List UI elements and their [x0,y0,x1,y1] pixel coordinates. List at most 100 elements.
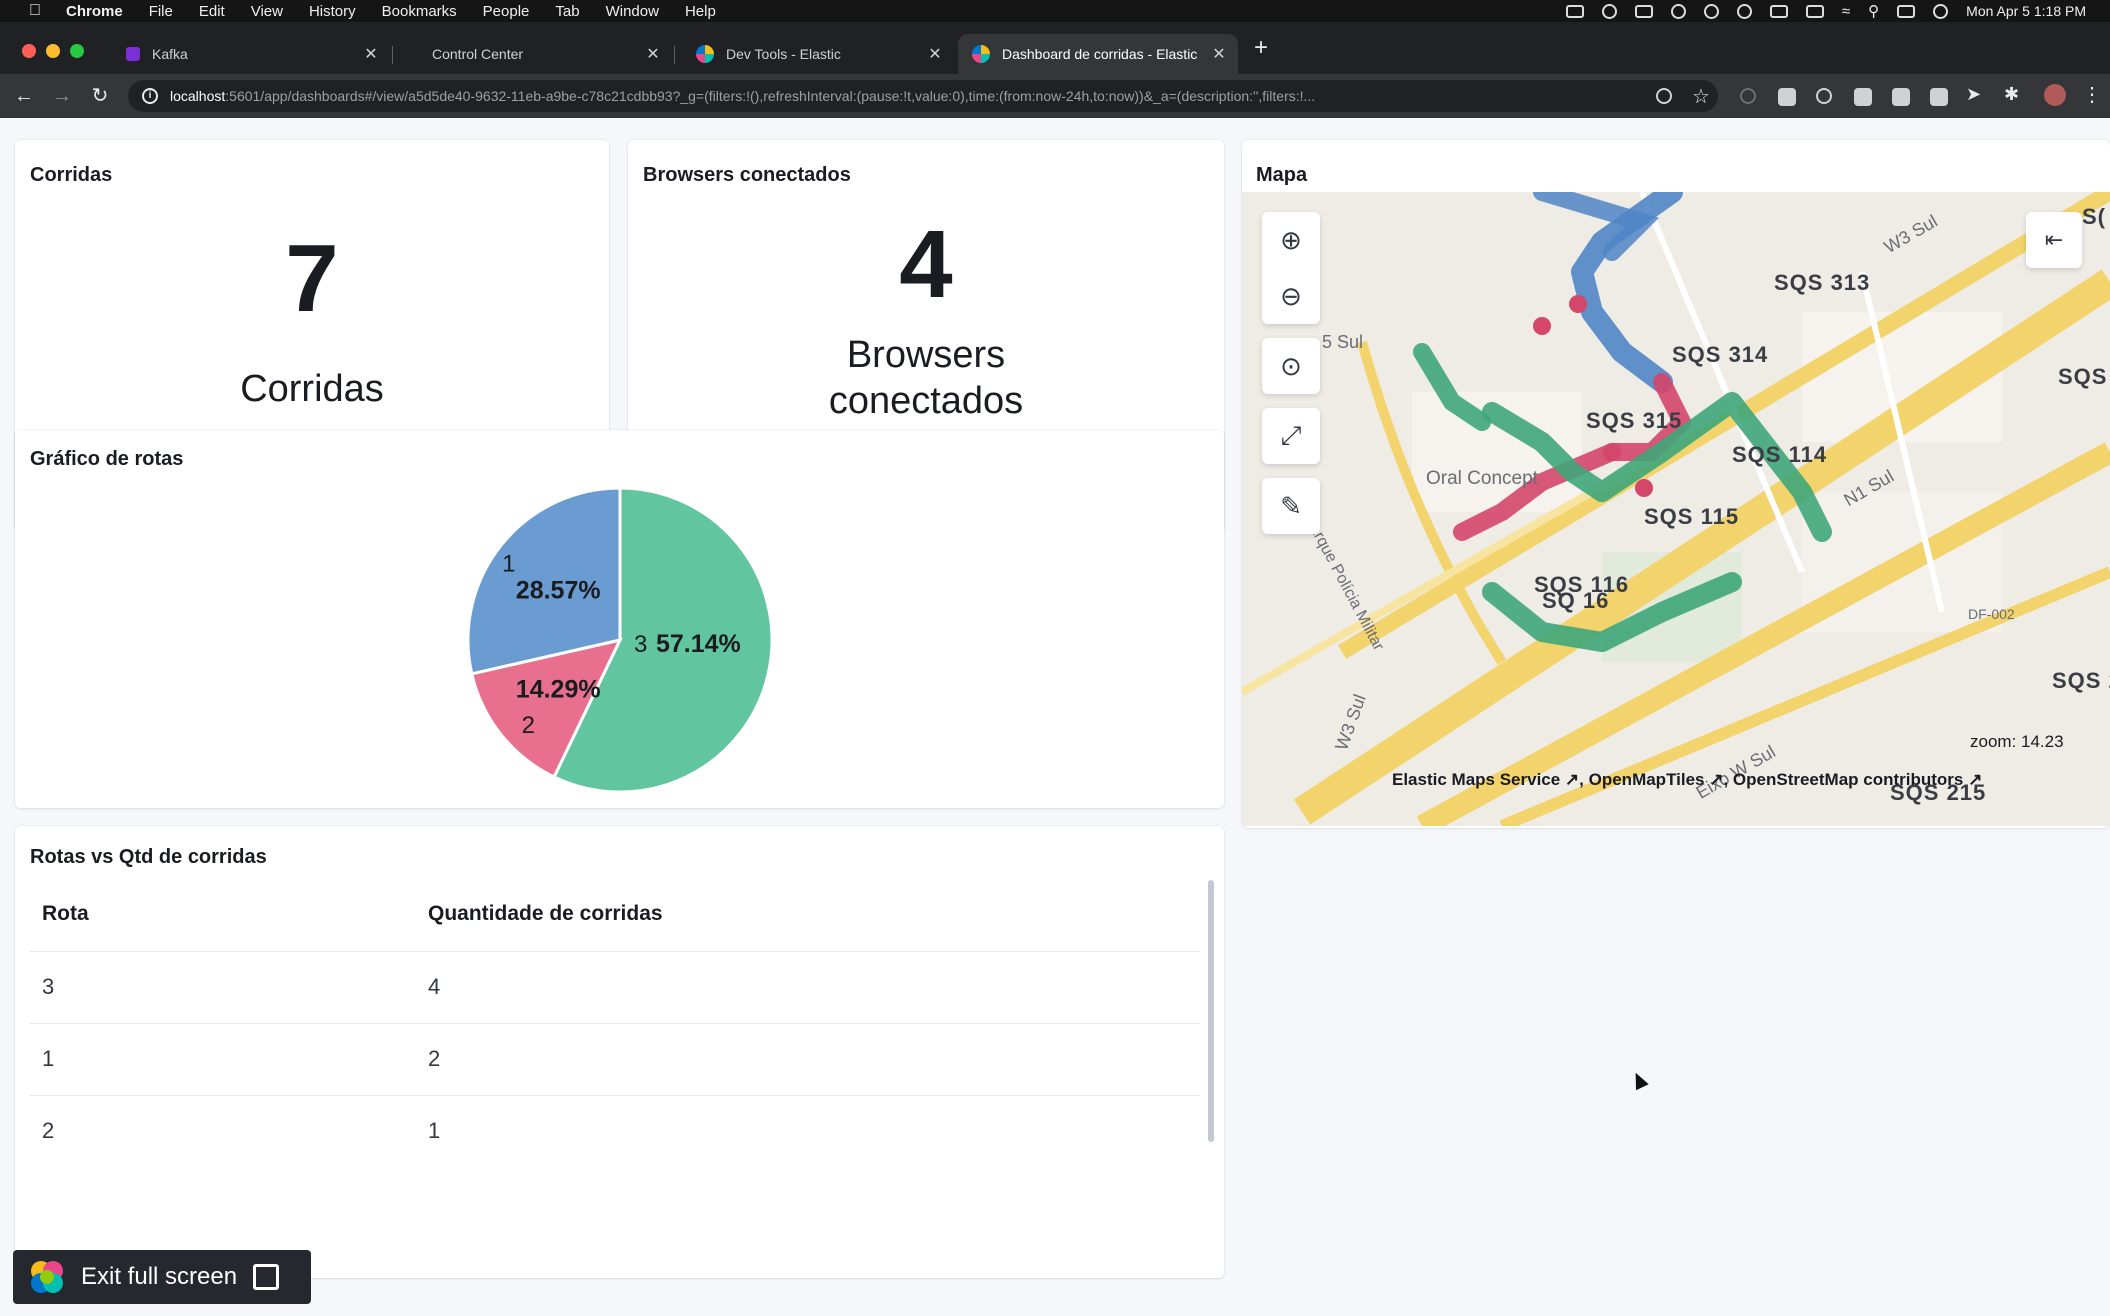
close-window-icon[interactable] [22,44,36,58]
menu-tab[interactable]: Tab [555,3,579,20]
table-cell: 4 [428,974,441,999]
map-attribution[interactable]: Elastic Maps Service ↗, OpenMapTiles ↗, … [1392,770,1982,790]
close-tab-icon[interactable]: ✕ [358,44,384,64]
menu-help[interactable]: Help [685,3,716,20]
track-point [1635,479,1653,497]
table-row: 3 4 [30,952,1200,1024]
new-tab-button[interactable]: + [1254,34,1268,62]
exit-full-screen-button[interactable]: Exit full screen [13,1250,311,1304]
tab-kafka[interactable]: Kafka ✕ [112,34,390,74]
url-host: localhost [170,88,226,104]
menu-file[interactable]: File [149,3,173,20]
rocket-extension-icon[interactable]: ➤ [1966,84,1981,105]
site-info-icon[interactable]: i [142,88,158,104]
mail-extension-icon[interactable] [1930,88,1948,106]
table-cell: 2 [42,1118,55,1143]
menu-app-chrome[interactable]: Chrome [66,3,123,20]
address-bar[interactable]: i localhost :5601/app/dashboards#/view/a… [128,80,1718,112]
pie-category-label: 3 [634,631,647,658]
wifi-icon[interactable]: ≈ [1842,3,1850,20]
close-tab-icon[interactable]: ✕ [1206,44,1232,64]
elastic-favicon-icon [696,45,714,63]
panel-title: Rotas vs Qtd de corridas [30,846,267,868]
map-zoom-controls: ⊕ ⊖ [1262,212,1320,324]
profile-avatar[interactable] [2044,84,2066,106]
tab-separator [392,46,393,64]
close-tab-icon[interactable]: ✕ [640,44,666,64]
table-scrollbar[interactable] [1208,880,1214,1142]
browser-tab-strip: Kafka ✕ Control Center ✕ Dev Tools - Ela… [0,22,2110,74]
menu-edit[interactable]: Edit [199,3,225,20]
mouse-cursor [1629,1069,1649,1091]
menu-history[interactable]: History [309,3,356,20]
menu-people[interactable]: People [483,3,530,20]
timer-icon[interactable] [1736,3,1752,19]
metric-label-line2: conectados [828,380,1024,422]
collapse-layers-icon[interactable]: ⇤ [2026,212,2082,268]
tab-dev-tools[interactable]: Dev Tools - Elastic ✕ [682,34,954,74]
zoom-out-button[interactable]: ⊖ [1262,268,1320,324]
pie-value-label: 28.57% [516,577,601,605]
draw-tool-icon[interactable]: ✎ [1262,478,1320,534]
table-cell: 2 [428,1046,441,1071]
table-row: 2 1 [30,1096,1200,1168]
siri-icon[interactable] [1933,3,1949,19]
column-header-quantidade[interactable]: Quantidade de corridas [428,902,663,926]
pie-value-label: 14.29% [516,675,601,703]
password-icon[interactable] [1703,3,1719,19]
zoom-icon[interactable] [1656,88,1672,104]
fullscreen-window-icon[interactable] [70,44,84,58]
table-cell: 1 [42,1046,55,1071]
extension-icon[interactable] [1816,88,1832,104]
battery-icon[interactable] [1805,4,1824,18]
tab-title: Dev Tools - Elastic [726,46,841,62]
panel-title: Mapa [1256,164,1308,186]
pie-value-label: 57.14% [656,630,741,658]
close-tab-icon[interactable]: ✕ [922,44,948,64]
tab-title: Kafka [152,46,188,62]
column-header-rota[interactable]: Rota [42,902,89,926]
table-cell: 3 [42,974,55,999]
cloud-icon[interactable] [1670,3,1686,19]
forward-button[interactable]: → [48,82,76,110]
extension-grid-icon[interactable] [1778,88,1796,106]
menu-view[interactable]: View [251,3,283,20]
apple-icon[interactable]:  [24,2,46,20]
control-center-icon[interactable] [1897,4,1916,18]
extension-camera-icon[interactable] [1854,88,1872,106]
expand-icon[interactable]: ⤢ [1262,408,1320,464]
tab-dashboard-active[interactable]: Dashboard de corridas - Elastic ✕ [958,34,1238,74]
bookmark-star-icon[interactable]: ☆ [1692,84,1710,109]
extension-icon[interactable] [1892,88,1910,106]
zoom-in-button[interactable]: ⊕ [1262,212,1320,268]
reload-button[interactable]: ↻ [86,82,114,110]
map-street-label: 5 Sul [1322,332,1364,352]
extensions-puzzle-icon[interactable]: ✱ [2004,84,2019,105]
clock[interactable]: Mon Apr 5 1:18 PM [1966,3,2086,19]
keyboard-icon[interactable] [1769,4,1788,18]
map-canvas[interactable]: SQS 313 SQS 314 SQS 315 SQS 114 SQS 115 … [1242,192,2110,826]
dropbox-icon[interactable] [1634,4,1653,18]
menu-bookmarks[interactable]: Bookmarks [382,3,457,20]
pie-chart: 3 57.14% 2 14.29% 128.57% [466,486,774,794]
menu-window[interactable]: Window [606,3,659,20]
spotlight-icon[interactable]: ⚲ [1868,2,1879,20]
screen-record-icon[interactable] [1565,4,1584,18]
metric-label: Corridas [240,368,384,410]
fit-to-data-button[interactable]: ⊙ [1262,338,1320,394]
map-label: SQS 115 [1644,504,1740,529]
extension-icon[interactable] [1740,88,1756,104]
map-label: SQS 313 [1774,270,1871,295]
chrome-menu-icon[interactable]: ⋮ [2082,82,2102,107]
map-label: SQS 314 [1672,342,1769,367]
map-label: SQS 315 [1586,408,1683,433]
pie-category-label: 1 [502,550,515,577]
minimize-window-icon[interactable] [46,44,60,58]
fullscreen-icon [253,1264,280,1290]
back-button[interactable]: ← [10,82,38,110]
tab-control-center[interactable]: Control Center ✕ [418,34,672,74]
map-fit-control: ⊙ [1262,338,1320,394]
status-icon[interactable] [1601,3,1617,19]
exit-full-screen-label: Exit full screen [81,1263,238,1290]
track-point [1569,295,1587,313]
